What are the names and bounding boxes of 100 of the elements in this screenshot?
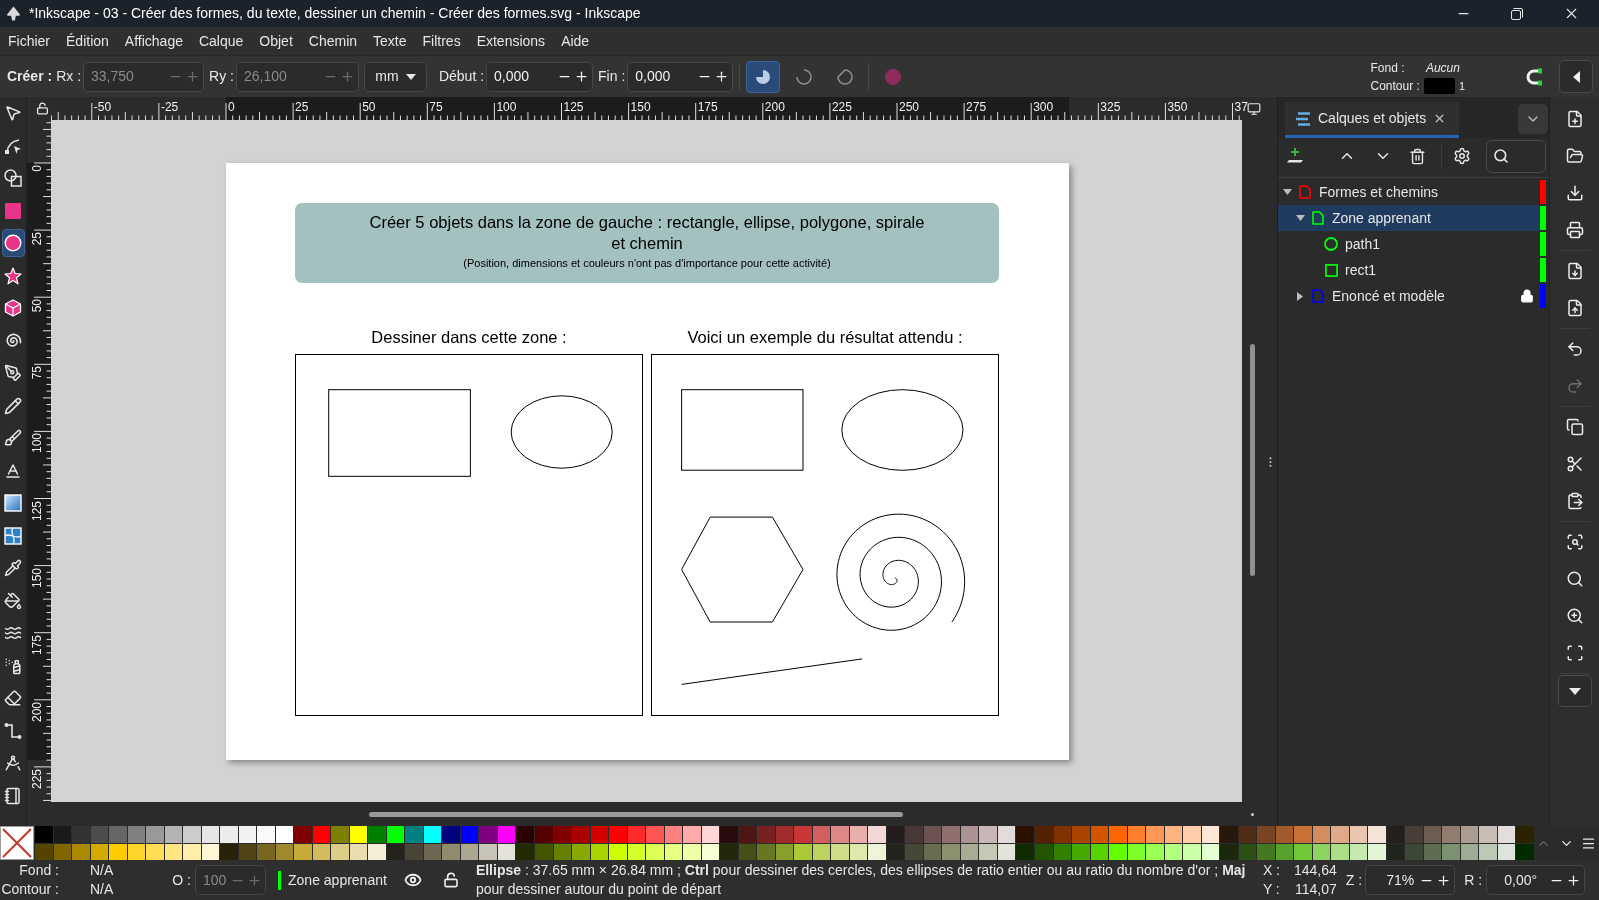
color-swatch[interactable] bbox=[1368, 826, 1386, 843]
color-swatch[interactable] bbox=[257, 843, 275, 860]
color-swatch[interactable] bbox=[757, 843, 775, 860]
color-swatch[interactable] bbox=[775, 843, 794, 860]
frame-corners-icon[interactable] bbox=[1565, 643, 1584, 662]
panel-menu-button[interactable] bbox=[1518, 104, 1548, 134]
color-swatch[interactable] bbox=[1479, 826, 1497, 843]
color-swatch[interactable] bbox=[109, 843, 127, 860]
color-swatch[interactable] bbox=[923, 843, 942, 860]
menu-item[interactable]: Calque bbox=[190, 27, 252, 55]
menu-item[interactable]: Objet bbox=[251, 27, 301, 55]
panel-tab[interactable]: Calques et objets bbox=[1285, 102, 1460, 138]
color-swatch[interactable] bbox=[923, 826, 942, 843]
tool-button[interactable] bbox=[1, 229, 25, 258]
color-swatch[interactable] bbox=[701, 843, 720, 860]
zoom-field[interactable]: 71% bbox=[1365, 865, 1456, 895]
lock-open-icon[interactable] bbox=[35, 102, 49, 115]
color-swatch[interactable] bbox=[1497, 843, 1516, 860]
color-swatch[interactable] bbox=[1460, 826, 1479, 843]
color-swatch[interactable] bbox=[164, 826, 183, 843]
color-swatch[interactable] bbox=[1349, 843, 1368, 860]
color-swatch[interactable] bbox=[664, 826, 683, 843]
color-swatch[interactable] bbox=[1016, 843, 1034, 860]
color-swatch[interactable] bbox=[905, 843, 923, 860]
scrollbar-thumb[interactable] bbox=[1250, 344, 1255, 576]
color-swatch[interactable] bbox=[146, 843, 164, 860]
color-swatch[interactable] bbox=[1331, 843, 1349, 860]
cube-tool-icon[interactable] bbox=[4, 299, 22, 318]
color-swatch[interactable] bbox=[1423, 826, 1442, 843]
color-swatch[interactable] bbox=[1386, 843, 1405, 860]
panel-toggle-button[interactable] bbox=[1559, 60, 1593, 93]
color-swatch[interactable] bbox=[1090, 826, 1109, 843]
color-swatch[interactable] bbox=[812, 826, 831, 843]
color-swatch[interactable] bbox=[1127, 826, 1146, 843]
color-swatch[interactable] bbox=[220, 843, 238, 860]
color-swatch[interactable] bbox=[35, 843, 53, 860]
color-swatch[interactable] bbox=[1460, 843, 1479, 860]
monitor-icon[interactable] bbox=[1247, 101, 1261, 116]
eraser-icon[interactable] bbox=[4, 689, 22, 708]
menu-icon[interactable] bbox=[1581, 835, 1596, 851]
color-swatch[interactable] bbox=[1405, 843, 1423, 860]
file-down-icon[interactable] bbox=[1565, 261, 1584, 280]
settings-icon[interactable] bbox=[1453, 147, 1471, 165]
color-swatch[interactable] bbox=[386, 843, 405, 860]
color-swatch[interactable] bbox=[1368, 843, 1386, 860]
color-swatch[interactable] bbox=[497, 843, 516, 860]
color-swatch[interactable] bbox=[1516, 843, 1534, 860]
color-swatch[interactable] bbox=[275, 826, 294, 843]
connector-icon[interactable] bbox=[4, 721, 22, 740]
layer-row[interactable]: Enoncé et modèle bbox=[1278, 283, 1539, 309]
color-swatch[interactable] bbox=[405, 843, 423, 860]
color-swatch[interactable] bbox=[812, 843, 831, 860]
color-swatch[interactable] bbox=[516, 826, 534, 843]
layer-row[interactable]: path1 bbox=[1278, 231, 1539, 257]
color-swatch[interactable] bbox=[1516, 826, 1534, 843]
color-swatch[interactable] bbox=[831, 826, 849, 843]
color-swatch[interactable] bbox=[349, 843, 368, 860]
color-swatch[interactable] bbox=[997, 826, 1016, 843]
color-swatch[interactable] bbox=[1220, 843, 1238, 860]
color-swatch[interactable] bbox=[127, 843, 146, 860]
menu-item[interactable]: Aide bbox=[553, 27, 598, 55]
color-swatch[interactable] bbox=[979, 843, 997, 860]
arc-mode-button[interactable] bbox=[746, 60, 781, 93]
layer-row[interactable]: Zone apprenant bbox=[1278, 205, 1539, 231]
color-swatch[interactable] bbox=[1053, 843, 1072, 860]
color-swatch[interactable] bbox=[997, 843, 1016, 860]
search-icon[interactable] bbox=[1565, 569, 1584, 588]
color-swatch[interactable] bbox=[609, 826, 627, 843]
color-swatch[interactable] bbox=[942, 843, 960, 860]
zoom-in-icon[interactable] bbox=[1565, 606, 1584, 625]
expand-triangle-icon[interactable] bbox=[1282, 189, 1292, 195]
mesh-gradient-icon[interactable] bbox=[4, 526, 22, 545]
color-swatch[interactable] bbox=[405, 826, 423, 843]
color-swatch[interactable] bbox=[1405, 826, 1423, 843]
color-swatch[interactable] bbox=[1072, 826, 1090, 843]
menu-item[interactable]: Édition bbox=[58, 27, 117, 55]
color-swatch[interactable] bbox=[757, 826, 775, 843]
compass-icon[interactable] bbox=[4, 754, 22, 773]
color-swatch[interactable] bbox=[238, 826, 257, 843]
color-swatch[interactable] bbox=[1349, 826, 1368, 843]
color-swatch[interactable] bbox=[1164, 843, 1183, 860]
color-swatch[interactable] bbox=[905, 826, 923, 843]
color-swatch[interactable] bbox=[90, 826, 109, 843]
color-swatch[interactable] bbox=[1257, 843, 1275, 860]
restore-icon[interactable] bbox=[1511, 7, 1523, 20]
color-swatch[interactable] bbox=[572, 826, 590, 843]
star-tool-icon[interactable] bbox=[4, 266, 22, 285]
color-swatch[interactable] bbox=[627, 843, 646, 860]
color-swatch[interactable] bbox=[1238, 843, 1257, 860]
color-swatch[interactable] bbox=[238, 843, 257, 860]
notebook-icon[interactable] bbox=[4, 786, 22, 805]
number-field[interactable]: 0,000 bbox=[627, 61, 734, 92]
color-swatch[interactable] bbox=[683, 843, 701, 860]
color-swatch[interactable] bbox=[868, 843, 886, 860]
color-swatch[interactable] bbox=[460, 843, 479, 860]
brush-icon[interactable] bbox=[4, 429, 22, 448]
color-swatch[interactable] bbox=[1183, 826, 1201, 843]
color-swatch[interactable] bbox=[738, 843, 757, 860]
color-swatch[interactable] bbox=[442, 826, 460, 843]
download-icon[interactable] bbox=[1565, 183, 1584, 202]
